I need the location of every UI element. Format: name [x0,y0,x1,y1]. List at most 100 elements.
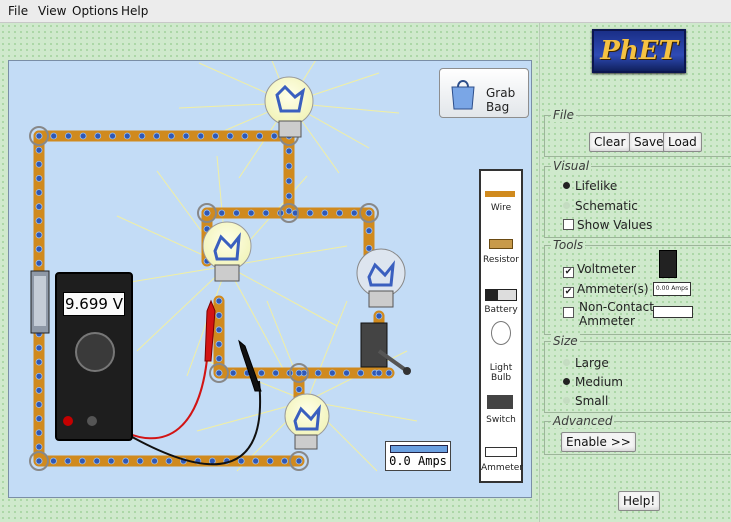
electron [35,231,43,239]
electron [336,209,343,217]
toolbox-item-light-bulb[interactable]: Light Bulb [481,363,521,383]
lifelike-radio[interactable]: Lifelike [563,179,617,193]
load-button[interactable]: Load [663,132,702,152]
visual-section: Visual Lifelike Schematic Show Values [544,159,731,238]
voltmeter-checkbox[interactable]: ✔ Voltmeter [563,262,636,278]
medium-radio[interactable]: Medium [563,375,623,389]
resistor-icon[interactable] [489,239,513,249]
black-probe[interactable] [238,339,262,392]
electron [237,457,245,465]
circuit-canvas[interactable]: Grab Bag Wire Resistor Battery Light Bul… [8,60,532,498]
grab-bag-button[interactable]: Grab Bag [439,68,529,118]
radio-selected-icon [563,378,570,385]
small-radio[interactable]: Small [563,394,608,408]
electron [35,160,43,168]
electron [375,312,383,320]
electron [35,429,43,437]
electron [295,386,303,393]
ammeter-readout[interactable]: 0.0 Amps [385,441,451,471]
electron [281,457,288,465]
electron [365,227,373,235]
file-section: File Clear Save Load [544,108,731,157]
tools-section-title: Tools [551,238,586,252]
schematic-label: Schematic [575,199,638,213]
electron [215,369,223,377]
toolbox-item-battery[interactable]: Battery [481,305,521,315]
electron [285,192,293,200]
voltmeter-display: 9.699 V [63,292,125,316]
ammeter-icon[interactable] [485,447,517,457]
toolbox-item-resistor[interactable]: Resistor [481,255,521,265]
electron [229,369,237,377]
non-contact-ammeter-icon [653,306,693,318]
electron [50,132,58,140]
show-values-checkbox[interactable]: Show Values [563,218,652,232]
large-label: Large [575,356,609,370]
help-button[interactable]: Help! [618,491,661,511]
electron [285,147,293,155]
tools-section: Tools ✔ Voltmeter ✔ Ammeter(s) 0.00 Amps N… [544,238,731,335]
wire-icon[interactable] [485,191,515,197]
electron [167,132,175,140]
electron [385,369,393,377]
bag-icon [451,80,475,110]
electron [35,415,43,423]
electron [35,443,43,451]
light-bulb-icon[interactable] [491,321,511,345]
non-contact-label-line1: Non-Contact [579,300,654,314]
electron [94,132,102,140]
light-bulb-bottom[interactable] [284,393,330,450]
advanced-section-title: Advanced [551,414,615,428]
electron [208,457,216,465]
visual-section-title: Visual [551,159,592,173]
checkbox-icon [563,219,574,230]
electron [258,369,265,377]
schematic-radio[interactable]: Schematic [563,199,638,213]
electron [136,457,144,465]
switch[interactable] [360,322,411,375]
electron [107,457,115,465]
electron [266,457,274,465]
menu-options[interactable]: Options [72,4,118,18]
toolbox-item-wire[interactable]: Wire [481,203,521,213]
voltmeter[interactable]: 9.699 V [55,272,133,441]
light-bulb-right[interactable] [356,248,406,308]
menu-view[interactable]: View [38,4,66,18]
battery[interactable] [30,270,50,334]
electron [357,369,365,377]
electron [35,259,43,267]
toolbox-item-switch[interactable]: Switch [481,415,521,425]
electron [78,457,86,465]
battery-icon[interactable] [485,289,517,301]
radio-unselected-icon [563,359,570,366]
electron [295,457,303,465]
electron [321,209,329,217]
menu-help[interactable]: Help [121,4,148,18]
light-bulb-middle[interactable] [202,221,252,282]
electron [365,209,373,217]
file-section-title: File [551,108,576,122]
electron [79,132,87,140]
electron [35,245,43,253]
large-radio[interactable]: Large [563,356,609,370]
phet-logo-text: PhET [600,36,678,66]
switch-icon[interactable] [487,395,513,409]
non-contact-ammeter-checkbox[interactable] [563,306,577,320]
enable-advanced-button[interactable]: Enable >> [561,432,636,452]
menu-bar: File View Options Help [0,0,731,23]
advanced-section: Advanced Enable >> [544,414,731,455]
electron [35,189,43,196]
electron [343,369,350,377]
electron [328,369,336,377]
radio-unselected-icon [563,397,570,404]
toolbox-item-ammeter[interactable]: Ammeter [481,463,523,473]
lifelike-label: Lifelike [575,179,618,193]
grab-bag-label: Grab Bag [486,86,516,114]
menu-file[interactable]: File [8,4,28,18]
clear-button[interactable]: Clear [589,132,631,152]
electron [35,344,43,352]
ammeter-checkbox[interactable]: ✔ Ammeter(s) [563,282,649,298]
electron [138,132,146,140]
electron [35,217,43,225]
electron [35,132,43,140]
